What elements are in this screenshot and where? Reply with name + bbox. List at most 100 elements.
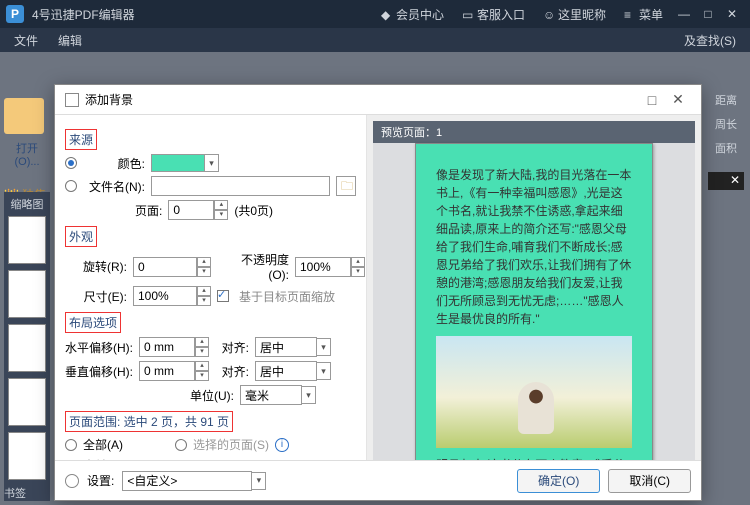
user-icon: ☺ — [543, 8, 555, 20]
nickname-button[interactable]: ☺这里昵称 — [534, 6, 615, 23]
label-valign: 对齐: — [215, 363, 249, 380]
chevron-down-icon: ▾ — [205, 154, 219, 172]
gear-icon[interactable] — [65, 474, 79, 488]
member-center-button[interactable]: ◆会员中心 — [372, 6, 453, 23]
hoffset-input[interactable] — [139, 337, 195, 357]
menu-file[interactable]: 文件 — [4, 32, 48, 49]
voffset-input[interactable] — [139, 361, 195, 381]
radio-color[interactable] — [65, 157, 77, 169]
settings-select[interactable]: ▾ — [122, 471, 266, 491]
radio-filename[interactable] — [65, 180, 77, 192]
valign-select[interactable] — [255, 361, 317, 381]
spinner[interactable]: ▴▾ — [195, 337, 209, 357]
preview-panel: 预览页面：1 像是发现了新大陆,我的目光落在一本书上,《有一种幸福叫感恩》,光是… — [367, 115, 701, 460]
dialog-close-button[interactable]: ✕ — [665, 91, 691, 108]
menu-find[interactable]: 及查找(S) — [674, 32, 746, 49]
chat-icon: ▭ — [462, 8, 474, 20]
opacity-input[interactable] — [295, 257, 351, 277]
thumbnail[interactable] — [8, 216, 46, 264]
minimize-button[interactable]: — — [672, 7, 696, 21]
label-settings: 设置: — [87, 472, 114, 489]
browse-button[interactable]: 🗀 — [336, 176, 356, 196]
preview-body: 像是发现了新大陆,我的目光落在一本书上,《有一种幸福叫感恩》,光是这个书名,就让… — [373, 143, 695, 460]
section-range: 页面范围: 选中 2 页，共 91 页 — [65, 411, 233, 432]
scale-checkbox[interactable] — [217, 290, 229, 302]
dialog-icon — [65, 93, 79, 107]
label-opacity: 不透明度(O): — [227, 251, 289, 282]
open-label[interactable]: 打开(O)... — [4, 140, 50, 168]
filename-input[interactable] — [151, 176, 330, 196]
menu-edit[interactable]: 编辑 — [48, 32, 92, 49]
thumbnail[interactable] — [8, 432, 46, 480]
close-button[interactable]: ✕ — [720, 7, 744, 21]
app-logo: P — [6, 5, 24, 23]
spinner[interactable]: ▴▾ — [351, 257, 365, 277]
form-panel: 来源 颜色: ▾ 文件名(N): 🗀 页面: ▴▾ (共0页) 外 — [55, 115, 367, 460]
tool-perimeter[interactable]: 周长 — [706, 116, 746, 132]
label-selected: 选择的页面(S) — [193, 436, 269, 453]
page-input[interactable] — [168, 200, 214, 220]
thumbnail-panel: 缩略图 — [4, 192, 50, 501]
section-layout: 布局选项 — [65, 312, 121, 333]
label-all: 全部(A) — [83, 436, 123, 453]
support-button[interactable]: ▭客服入口 — [453, 6, 534, 23]
label-hoffset: 水平偏移(H): — [65, 339, 133, 356]
section-appearance: 外观 — [65, 226, 97, 247]
label-color: 颜色: — [83, 155, 145, 172]
preview-text-1: 像是发现了新大陆,我的目光落在一本书上,《有一种幸福叫感恩》,光是这个书名,就让… — [436, 166, 632, 328]
cancel-button[interactable]: 取消(C) — [608, 469, 691, 493]
dialog-footer: 设置: ▾ 确定(O) 取消(C) — [55, 460, 701, 500]
spinner[interactable]: ▴▾ — [195, 361, 209, 381]
menubar: 文件 编辑 及查找(S) — [0, 28, 750, 52]
thumbnail-header: 缩略图 — [8, 196, 46, 212]
dialog-titlebar: 添加背景 □ ✕ — [55, 85, 701, 115]
spinner[interactable]: ▴▾ — [197, 257, 211, 277]
workspace: 打开(O)... 👑 独售 4号 缩略图 书签 距离 周长 面积 ✕ 添加背景 … — [0, 52, 750, 505]
spinner[interactable]: ▴▾ — [197, 286, 211, 306]
preview-page: 像是发现了新大陆,我的目光落在一本书上,《有一种幸福叫感恩》,光是这个书名,就让… — [415, 143, 653, 460]
dialog-maximize-button[interactable]: □ — [639, 92, 665, 108]
color-picker[interactable]: ▾ — [151, 154, 219, 172]
panel-close[interactable]: ✕ — [708, 172, 744, 190]
info-icon[interactable]: i — [275, 438, 289, 452]
thumbnail[interactable] — [8, 378, 46, 426]
label-rotate: 旋转(R): — [65, 258, 127, 275]
folder-icon[interactable] — [4, 98, 44, 134]
dialog-title: 添加背景 — [85, 91, 133, 108]
preview-image — [436, 336, 632, 448]
radio-selected[interactable] — [175, 439, 187, 451]
size-input[interactable] — [133, 286, 197, 306]
menu-button[interactable]: ≡菜单 — [615, 6, 672, 23]
right-tools: 距离 周长 面积 — [706, 84, 746, 164]
chevron-down-icon: ▾ — [317, 362, 331, 380]
maximize-button[interactable]: □ — [696, 7, 720, 21]
unit-select[interactable] — [240, 385, 302, 405]
chevron-down-icon: ▾ — [317, 338, 331, 356]
tool-area[interactable]: 面积 — [706, 140, 746, 156]
ok-button[interactable]: 确定(O) — [517, 469, 600, 493]
hamburger-icon: ≡ — [624, 8, 636, 20]
label-voffset: 垂直偏移(H): — [65, 363, 133, 380]
color-swatch — [151, 154, 205, 172]
chevron-down-icon: ▾ — [252, 472, 266, 490]
pages-total: (共0页) — [234, 202, 273, 219]
app-title: 4号迅捷PDF编辑器 — [32, 6, 372, 23]
label-filename: 文件名(N): — [83, 178, 145, 195]
spinner[interactable]: ▴▾ — [214, 200, 228, 220]
rotate-input[interactable] — [133, 257, 197, 277]
app-titlebar: P 4号迅捷PDF编辑器 ◆会员中心 ▭客服入口 ☺这里昵称 ≡菜单 — □ ✕ — [0, 0, 750, 28]
add-background-dialog: 添加背景 □ ✕ 来源 颜色: ▾ 文件名(N): 🗀 — [54, 84, 702, 501]
diamond-icon: ◆ — [381, 8, 393, 20]
thumbnail[interactable] — [8, 270, 46, 318]
chevron-down-icon: ▾ — [302, 386, 316, 404]
thumbnail[interactable] — [8, 324, 46, 372]
tool-distance[interactable]: 距离 — [706, 92, 746, 108]
preview-header: 预览页面：1 — [373, 121, 695, 143]
bookmark-tab[interactable]: 书签 — [4, 485, 26, 501]
radio-all[interactable] — [65, 439, 77, 451]
label-unit: 单位(U): — [190, 387, 234, 404]
label-page: 页面: — [135, 202, 162, 219]
halign-select[interactable] — [255, 337, 317, 357]
label-size: 尺寸(E): — [65, 288, 127, 305]
label-halign: 对齐: — [215, 339, 249, 356]
